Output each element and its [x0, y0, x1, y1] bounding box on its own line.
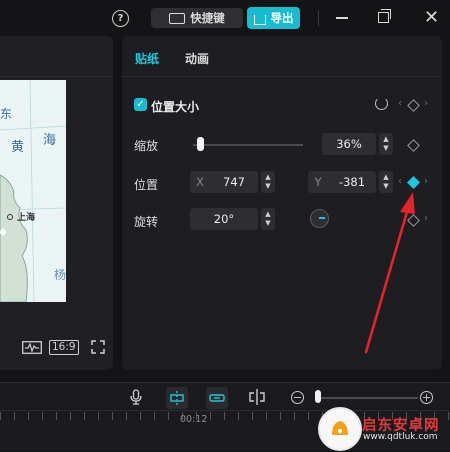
- map-label: 上海: [17, 213, 36, 223]
- restore-icon[interactable]: [378, 12, 389, 23]
- zoom-out-icon[interactable]: −: [291, 391, 304, 404]
- rotation-dial-needle: [319, 217, 325, 219]
- shortcut-button[interactable]: 快捷键: [151, 8, 243, 28]
- position-label: 位置: [134, 178, 159, 192]
- timeline-zoom-handle[interactable]: [315, 390, 321, 403]
- position-size-checkbox[interactable]: ✓: [134, 98, 147, 111]
- close-icon[interactable]: ✕: [424, 7, 439, 28]
- timecode-label: 00:12: [180, 414, 208, 425]
- watermark-logo: [318, 407, 362, 451]
- export-label: 导出: [270, 11, 294, 25]
- help-icon[interactable]: ?: [112, 10, 129, 27]
- x-prefix: X: [196, 175, 204, 189]
- rotation-value: 20°: [213, 212, 235, 226]
- map-label: 海: [43, 133, 57, 148]
- next-keyframe-icon[interactable]: ›: [424, 176, 428, 187]
- microphone-icon[interactable]: [130, 389, 142, 408]
- split-icon[interactable]: [248, 389, 266, 408]
- y-prefix: Y: [314, 175, 322, 189]
- timeline-divider: [0, 410, 450, 411]
- properties-panel: [122, 36, 442, 370]
- toolbar-divider: [318, 10, 319, 26]
- section-title: 位置大小: [151, 100, 200, 114]
- map-label: 杨: [54, 268, 66, 282]
- player-header: [0, 36, 113, 77]
- export-button[interactable]: 导出: [247, 7, 300, 29]
- rotation-stepper[interactable]: ▲ ▼: [261, 208, 275, 230]
- position-y-field[interactable]: Y -381: [308, 171, 376, 193]
- scale-slider-handle[interactable]: [196, 137, 204, 151]
- next-keyframe-icon[interactable]: ›: [424, 213, 428, 224]
- scale-slider-track[interactable]: [193, 144, 303, 146]
- zoom-in-icon[interactable]: +: [420, 391, 433, 404]
- preview-map-image: 黄 海 上海 杨 东: [0, 80, 66, 302]
- scale-input[interactable]: 36%: [322, 133, 376, 155]
- aspect-ratio-button[interactable]: 16:9: [49, 340, 79, 355]
- shortcut-label: 快捷键: [190, 11, 225, 25]
- keyboard-icon: [169, 12, 186, 24]
- position-x-field[interactable]: X 747: [190, 171, 258, 193]
- position-x-stepper[interactable]: ▲ ▼: [261, 171, 275, 193]
- tab-sticker[interactable]: 贴纸: [135, 50, 159, 67]
- reset-icon[interactable]: [375, 97, 388, 110]
- position-x-value: 747: [223, 175, 245, 189]
- fullscreen-icon[interactable]: [91, 340, 105, 357]
- watermark-url: www.qdtluk.com: [363, 432, 438, 442]
- minimize-icon[interactable]: [336, 17, 348, 19]
- map-label: 东: [0, 107, 13, 121]
- snap-toggle-button[interactable]: [166, 387, 188, 409]
- rotation-label: 旋转: [134, 215, 159, 229]
- panel-tabs: [122, 36, 442, 77]
- position-y-value: -381: [338, 175, 366, 189]
- waveform-icon[interactable]: [22, 341, 42, 357]
- position-y-stepper[interactable]: ▲ ▼: [379, 171, 393, 193]
- prev-keyframe-icon[interactable]: ‹: [398, 176, 402, 187]
- prev-keyframe-icon[interactable]: ‹: [398, 98, 402, 109]
- scale-label: 缩放: [134, 139, 159, 153]
- next-keyframe-icon[interactable]: ›: [424, 98, 428, 109]
- rotation-input[interactable]: 20°: [190, 208, 258, 230]
- scale-stepper[interactable]: ▲ ▼: [379, 133, 393, 155]
- upload-icon: [253, 15, 266, 25]
- tab-animation[interactable]: 动画: [185, 50, 209, 67]
- scale-value: 36%: [336, 137, 362, 151]
- link-toggle-button[interactable]: [206, 387, 228, 409]
- timeline-zoom-track[interactable]: [318, 397, 418, 399]
- map-label: 黄: [11, 140, 25, 155]
